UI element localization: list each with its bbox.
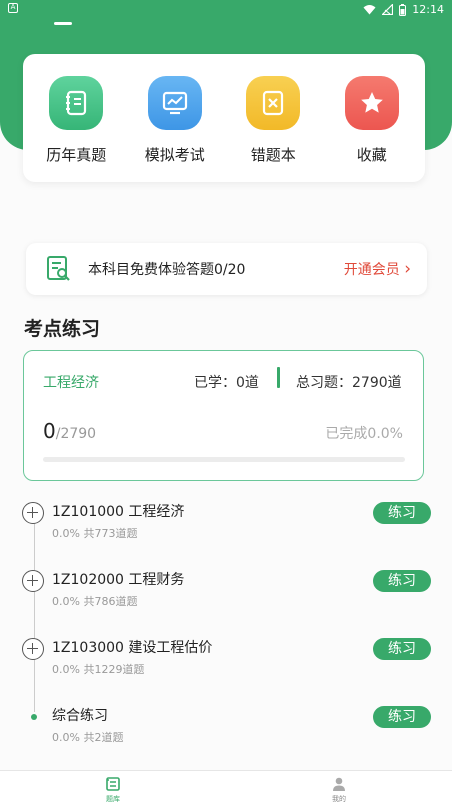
wifi-icon <box>363 5 376 15</box>
stat-divider <box>277 367 280 388</box>
quick-action-wrong-questions[interactable]: 错题本 <box>228 54 318 182</box>
total-number: /2790 <box>55 426 97 442</box>
chapter-row: 1Z102000 工程财务 0.0% 共786道题 练习 <box>0 568 452 618</box>
open-membership-label: 开通会员 <box>343 262 400 278</box>
practice-button[interactable]: 练习 <box>373 706 431 728</box>
person-icon <box>333 777 345 791</box>
progress-bar <box>43 457 405 462</box>
quick-actions-card: 历年真题 模拟考试 错题本 收藏 <box>23 54 425 182</box>
chapter-title: 1Z102000 工程财务 <box>52 572 185 588</box>
menu-icon[interactable] <box>54 22 72 25</box>
trial-progress-text: 本科目免费体验答题0/20 <box>88 262 246 278</box>
chapter-meta: 0.0% 共786道题 <box>52 595 138 608</box>
question-bank-icon <box>106 777 120 791</box>
star-icon <box>344 76 399 130</box>
clock-time: 12:14 <box>412 3 444 16</box>
nav-label: 题库 <box>106 795 120 803</box>
chapter-meta: 0.0% 共1229道题 <box>52 663 145 676</box>
practice-button[interactable]: 练习 <box>373 570 431 592</box>
open-membership-link[interactable]: 开通会员 › <box>344 259 411 279</box>
wrong-note-icon <box>246 76 301 130</box>
chapter-title: 1Z103000 建设工程估价 <box>52 640 213 656</box>
subject-name: 工程经济 <box>43 375 99 391</box>
total-questions: 总习题：2790道 <box>296 375 402 391</box>
nav-tab-question-bank[interactable]: 题库 <box>83 776 143 804</box>
dot-icon <box>31 714 37 720</box>
battery-icon <box>399 3 407 16</box>
expand-plus-icon[interactable] <box>22 502 44 524</box>
practice-button[interactable]: 练习 <box>373 502 431 524</box>
learned-count: 已学：0道 <box>194 375 259 391</box>
bottom-navigation: 题库 我的 <box>0 770 452 809</box>
status-bar: A 12:14 <box>0 0 452 20</box>
quick-action-mock-exam[interactable]: 模拟考试 <box>130 54 220 182</box>
chart-screen-icon <box>147 76 202 130</box>
quick-action-favorites[interactable]: 收藏 <box>327 54 417 182</box>
free-trial-banner[interactable]: 本科目免费体验答题0/20 开通会员 › <box>26 243 427 295</box>
quick-action-label: 错题本 <box>250 146 296 164</box>
nav-label: 我的 <box>332 795 346 803</box>
status-icons: 12:14 <box>363 3 444 16</box>
practice-button[interactable]: 练习 <box>373 638 431 660</box>
document-edit-icon <box>47 256 70 281</box>
notification-badge: A <box>8 3 18 13</box>
quick-action-past-exams[interactable]: 历年真题 <box>31 54 121 182</box>
quick-action-label: 模拟考试 <box>144 146 205 164</box>
chapter-row: 综合练习 0.0% 共2道题 练习 <box>0 704 452 754</box>
quick-action-label: 历年真题 <box>46 146 107 164</box>
practice-summary-card: 工程经济 已学：0道 总习题：2790道 0/2790 已完成0.0% <box>23 350 424 481</box>
chevron-right-icon: › <box>404 259 411 279</box>
completed-count: 0/2790 <box>43 419 96 443</box>
signal-icon <box>382 4 394 15</box>
chapter-meta: 0.0% 共773道题 <box>52 527 138 540</box>
chapter-row: 1Z103000 建设工程估价 0.0% 共1229道题 练习 <box>0 636 452 686</box>
completion-percent: 已完成0.0% <box>325 426 403 442</box>
chapter-title: 1Z101000 工程经济 <box>52 504 185 520</box>
expand-plus-icon[interactable] <box>22 638 44 660</box>
chapter-title: 综合练习 <box>52 708 108 724</box>
book-icon <box>49 76 104 130</box>
chapter-row: 1Z101000 工程经济 0.0% 共773道题 练习 <box>0 500 452 550</box>
section-title: 考点练习 <box>24 318 101 340</box>
quick-action-label: 收藏 <box>356 146 387 164</box>
completed-number: 0 <box>43 419 56 443</box>
expand-plus-icon[interactable] <box>22 570 44 592</box>
chapter-meta: 0.0% 共2道题 <box>52 731 124 744</box>
nav-tab-me[interactable]: 我的 <box>309 776 369 804</box>
